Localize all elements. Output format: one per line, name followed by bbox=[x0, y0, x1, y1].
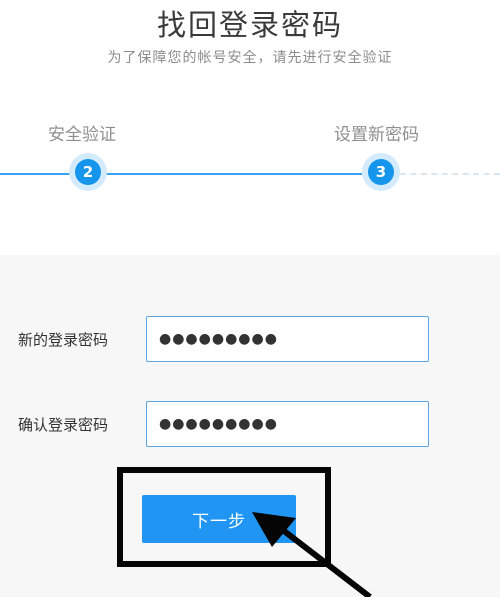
pointer-arrow-icon bbox=[252, 512, 372, 597]
